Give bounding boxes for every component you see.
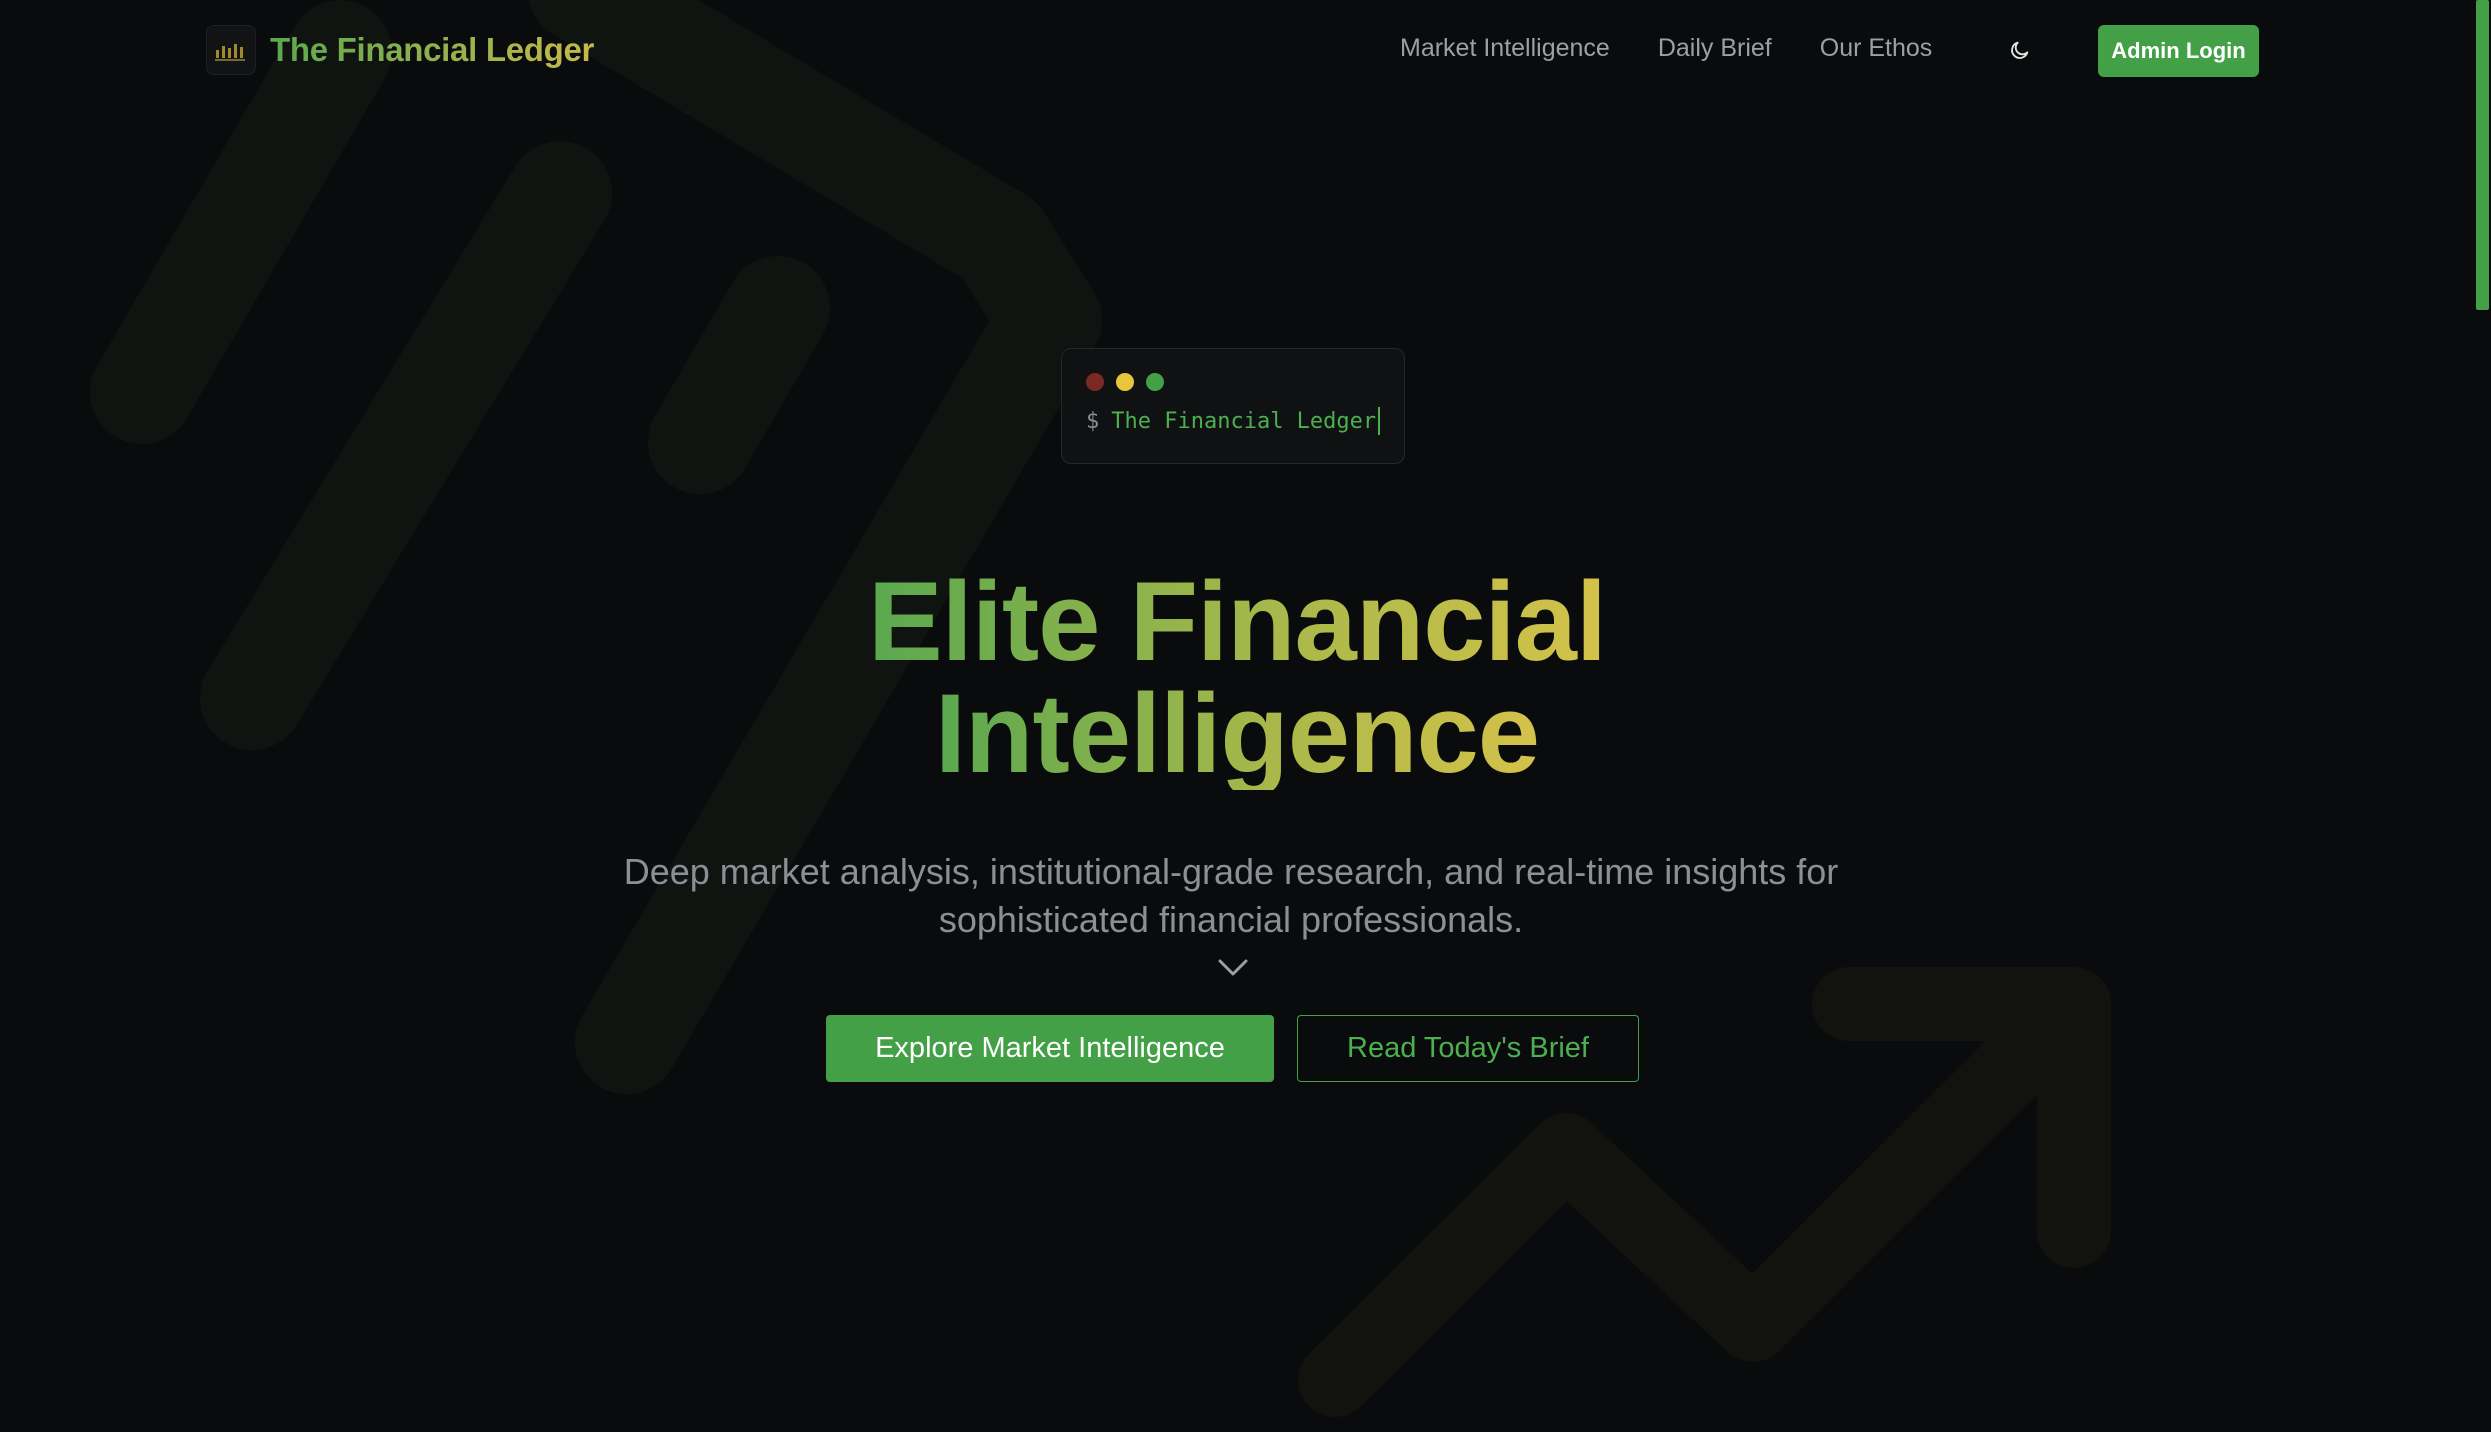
brand[interactable]: The Financial Ledger [206,25,595,75]
nav-links: Market Intelligence Daily Brief Our Etho… [1400,34,1932,63]
moon-icon [2011,41,2029,59]
terminal-window: $ The Financial Ledger [1061,348,1405,464]
brand-name: The Financial Ledger [270,31,595,68]
terminal-text: The Financial Ledger [1111,408,1377,434]
theme-toggle-button[interactable] [1996,32,2044,68]
admin-login-button[interactable]: Admin Login [2098,25,2259,77]
scrollbar-thumb[interactable] [2476,0,2489,310]
nav-link-daily-brief[interactable]: Daily Brief [1658,34,1772,63]
explore-market-intelligence-button[interactable]: Explore Market Intelligence [826,1015,1274,1082]
close-dot-icon [1086,373,1104,391]
hero-title: Elite Financial Intelligence [0,566,2474,790]
hero-title-line-1: Elite Financial [867,559,1607,684]
chevron-down-icon[interactable] [1216,956,1250,980]
terminal-line: $ The Financial Ledger [1086,407,1381,435]
nav-link-market-intelligence[interactable]: Market Intelligence [1400,34,1610,63]
text-cursor [1378,407,1381,435]
bg-stroke [648,256,830,494]
minimize-dot-icon [1116,373,1134,391]
hero-title-line-2: Intelligence [934,671,1540,796]
maximize-dot-icon [1146,373,1164,391]
window-controls [1086,373,1164,391]
bg-stroke [90,0,392,444]
terminal-prompt: $ [1086,408,1100,434]
top-navbar: The Financial Ledger Market Intelligence… [0,0,2474,100]
nav-link-our-ethos[interactable]: Our Ethos [1820,34,1933,63]
hero-subtitle: Deep market analysis, institutional-grad… [623,851,1839,940]
read-todays-brief-button[interactable]: Read Today's Brief [1297,1015,1639,1082]
chart-logo-icon [206,25,256,75]
